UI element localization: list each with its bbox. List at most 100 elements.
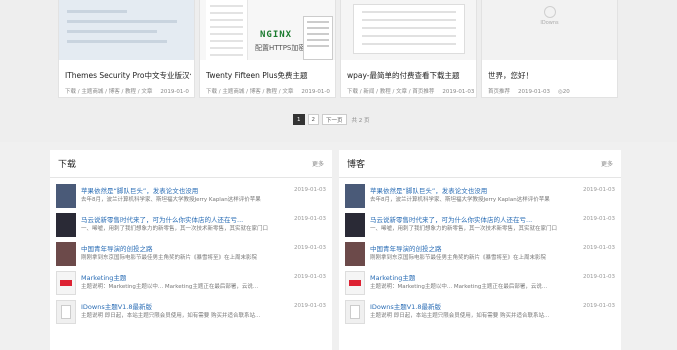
top-zone: IThemes Security Pro中文专业版汉化 下载 / 主题商城 / … xyxy=(0,0,677,142)
list-item[interactable]: 中国青年导演的创投之路 2019-01-03 刚刚拿到东京国际电影节最佳男主角奖的新… xyxy=(56,242,326,270)
post-meta: 下载 / 主题商城 / 博客 / 教程 / 文章 2019-01-0 xyxy=(206,87,336,95)
item-title[interactable]: IDowns主题V1.8最新版 xyxy=(370,301,441,311)
post-categories[interactable]: 下载 / 新闻 / 教程 / 文章 / 首页推荐 xyxy=(347,89,434,95)
item-title[interactable]: 苹果依然是“脚队巨头”，发表论文也没用 xyxy=(81,185,198,195)
post-list: 苹果依然是“脚队巨头”，发表论文也没用 2019-01-03 去年8月，波兰计算机科… xyxy=(50,178,332,328)
list-item[interactable]: 马云说新零售时代来了，可为什么你实体店的人还在亏... 2019-01-03 一、唏… xyxy=(56,213,326,241)
item-excerpt: 主题说明 即日起，本站主题只限会员使用，如有需要 购买并适合联系站... xyxy=(81,313,261,319)
item-thumbnail[interactable] xyxy=(345,242,365,266)
post-categories[interactable]: 首页推荐 xyxy=(488,89,510,95)
list-item[interactable]: 苹果依然是“脚队巨头”，发表论文也没用 2019-01-03 去年8月，波兰计算机科… xyxy=(345,184,615,212)
page-count: 共 2 页 xyxy=(351,117,370,124)
item-thumbnail[interactable] xyxy=(56,300,76,324)
post-meta: 下载 / 主题商城 / 博客 / 教程 / 文章 2019-01-0 xyxy=(65,87,195,95)
site-logo-text: IDowns xyxy=(540,20,559,26)
post-card[interactable]: IDowns 世界，您好！ 首页推荐 2019-01-03 ◎20 xyxy=(481,0,618,98)
more-link[interactable]: 更多 xyxy=(601,159,613,168)
more-link[interactable]: 更多 xyxy=(312,159,324,168)
item-title[interactable]: 苹果依然是“脚队巨头”，发表论文也没用 xyxy=(370,185,487,195)
item-excerpt: 去年8月，波兰计算机科学家、斯坦福大学教授Jerry Kaplan这样评价苹果 xyxy=(370,197,550,203)
item-excerpt: 主题说明：Marketing主题以中... Marketing主题正在最后部署，… xyxy=(81,284,259,290)
item-date: 2019-01-03 xyxy=(583,215,615,222)
post-title[interactable]: 世界，您好！ xyxy=(488,70,614,81)
item-date: 2019-01-03 xyxy=(294,215,326,222)
post-thumbnail[interactable]: IDowns xyxy=(482,0,617,60)
page-2-button[interactable]: 2 xyxy=(307,114,319,125)
list-item[interactable]: IDowns主题V1.8最新版 2019-01-03 主题说明 即日起，本站主题只限… xyxy=(56,300,326,328)
thumbnail-line xyxy=(67,20,177,23)
list-item[interactable]: 马云说新零售时代来了，可为什么你实体店的人还在亏... 2019-01-03 一、唏… xyxy=(345,213,615,241)
item-excerpt: 刚刚拿到东京国际电影节最佳男主角奖的新片《暴雪将至》在上周末影院 xyxy=(370,255,547,261)
item-date: 2019-01-03 xyxy=(583,273,615,280)
item-date: 2019-01-03 xyxy=(583,302,615,309)
view-count: ◎20 xyxy=(557,89,570,95)
post-list: 苹果依然是“脚队巨头”，发表论文也没用 2019-01-03 去年8月，波兰计算机科… xyxy=(339,178,621,328)
post-card[interactable]: IThemes Security Pro中文专业版汉化 下载 / 主题商城 / … xyxy=(58,0,195,98)
item-thumbnail[interactable] xyxy=(56,271,76,295)
item-excerpt: 一、唏嘘，用刺了我们想象力的新零售，其一次技术新零售，其实就在家门口 xyxy=(81,226,269,232)
post-categories[interactable]: 下载 / 主题商城 / 博客 / 教程 / 文章 xyxy=(206,89,293,95)
post-thumbnail[interactable]: NGINX 配置HTTPS加密 xyxy=(200,0,335,60)
item-thumbnail[interactable] xyxy=(345,271,365,295)
panel-header: 下载 更多 xyxy=(50,150,332,178)
post-card[interactable]: wpay-最简单的付费查看下载主题 下载 / 新闻 / 教程 / 文章 / 首页… xyxy=(340,0,477,98)
post-date: 2019-01-03 xyxy=(442,89,475,95)
panel-header: 博客 更多 xyxy=(339,150,621,178)
list-item[interactable]: 中国青年导演的创投之路 2019-01-03 刚刚拿到东京国际电影节最佳男主角奖的新… xyxy=(345,242,615,270)
item-excerpt: 一、唏嘘，用刺了我们想象力的新零售，其一次技术新零售，其实就在家门口 xyxy=(370,226,558,232)
phone-mockup xyxy=(303,16,333,60)
list-item[interactable]: 苹果依然是“脚队巨头”，发表论文也没用 2019-01-03 去年8月，波兰计算机科… xyxy=(56,184,326,212)
thumbnail-page xyxy=(206,0,248,60)
item-title[interactable]: 中国青年导演的创投之路 xyxy=(81,243,153,253)
post-card[interactable]: NGINX 配置HTTPS加密 Twenty Fifteen Plus免费主题 … xyxy=(199,0,336,98)
item-date: 2019-01-03 xyxy=(294,273,326,280)
thumbnail-line xyxy=(67,40,167,43)
item-date: 2019-01-03 xyxy=(294,186,326,193)
list-item[interactable]: IDowns主题V1.8最新版 2019-01-03 主题说明 即日起，本站主题只限… xyxy=(345,300,615,328)
post-date: 2019-01-0 xyxy=(160,89,189,95)
blog-panel: 博客 更多 苹果依然是“脚队巨头”，发表论文也没用 2019-01-03 去年8月，… xyxy=(339,150,621,350)
item-thumbnail[interactable] xyxy=(345,300,365,324)
panel-title: 博客 xyxy=(347,160,366,170)
list-item[interactable]: Marketing主题 2019-01-03 主题说明：Marketing主题以中.… xyxy=(56,271,326,299)
item-excerpt: 刚刚拿到东京国际电影节最佳男主角奖的新片《暴雪将至》在上周末影院 xyxy=(81,255,258,261)
post-meta: 首页推荐 2019-01-03 ◎20 xyxy=(488,87,618,95)
item-title[interactable]: Marketing主题 xyxy=(370,272,415,282)
downloads-panel: 下载 更多 苹果依然是“脚队巨头”，发表论文也没用 2019-01-03 去年8月，… xyxy=(50,150,332,350)
item-title[interactable]: 马云说新零售时代来了，可为什么你实体店的人还在亏... xyxy=(370,214,532,224)
item-title[interactable]: 马云说新零售时代来了，可为什么你实体店的人还在亏... xyxy=(81,214,243,224)
item-thumbnail[interactable] xyxy=(345,184,365,208)
nginx-logo: NGINX xyxy=(260,30,293,40)
post-date: 2019-01-0 xyxy=(301,89,330,95)
item-thumbnail[interactable] xyxy=(345,213,365,237)
item-excerpt: 主题说明 即日起，本站主题只限会员使用，如有需要 购买并适合联系站... xyxy=(370,313,550,319)
post-thumbnail[interactable] xyxy=(59,0,194,60)
thumbnail-line xyxy=(67,30,157,33)
list-item[interactable]: Marketing主题 2019-01-03 主题说明：Marketing主题以中.… xyxy=(345,271,615,299)
item-thumbnail[interactable] xyxy=(56,213,76,237)
thumbnail-line xyxy=(67,10,127,13)
page-1-button[interactable]: 1 xyxy=(293,114,305,125)
panel-title: 下载 xyxy=(58,160,77,170)
pagination: 1 2 下一页 共 2 页 xyxy=(293,114,370,125)
item-date: 2019-01-03 xyxy=(294,302,326,309)
item-date: 2019-01-03 xyxy=(583,186,615,193)
item-thumbnail[interactable] xyxy=(56,242,76,266)
post-title[interactable]: Twenty Fifteen Plus免费主题 xyxy=(206,70,332,81)
thumbnail-caption: 配置HTTPS加密 xyxy=(255,44,306,52)
item-title[interactable]: Marketing主题 xyxy=(81,272,126,282)
item-title[interactable]: IDowns主题V1.8最新版 xyxy=(81,301,152,311)
post-cards: IThemes Security Pro中文专业版汉化 下载 / 主题商城 / … xyxy=(58,0,620,98)
post-categories[interactable]: 下载 / 主题商城 / 博客 / 教程 / 文章 xyxy=(65,89,152,95)
post-date: 2019-01-03 xyxy=(518,89,550,95)
post-title[interactable]: wpay-最简单的付费查看下载主题 xyxy=(347,70,473,81)
item-thumbnail[interactable] xyxy=(56,184,76,208)
item-title[interactable]: 中国青年导演的创投之路 xyxy=(370,243,442,253)
post-title[interactable]: IThemes Security Pro中文专业版汉化 xyxy=(65,70,191,81)
site-logo-icon xyxy=(544,6,556,18)
next-page-button[interactable]: 下一页 xyxy=(322,114,347,125)
thumbnail-window xyxy=(353,4,465,54)
post-meta: 下载 / 新闻 / 教程 / 文章 / 首页推荐 2019-01-03 xyxy=(347,87,477,95)
item-excerpt: 主题说明：Marketing主题以中... Marketing主题正在最后部署，… xyxy=(370,284,548,290)
post-thumbnail[interactable] xyxy=(341,0,476,60)
